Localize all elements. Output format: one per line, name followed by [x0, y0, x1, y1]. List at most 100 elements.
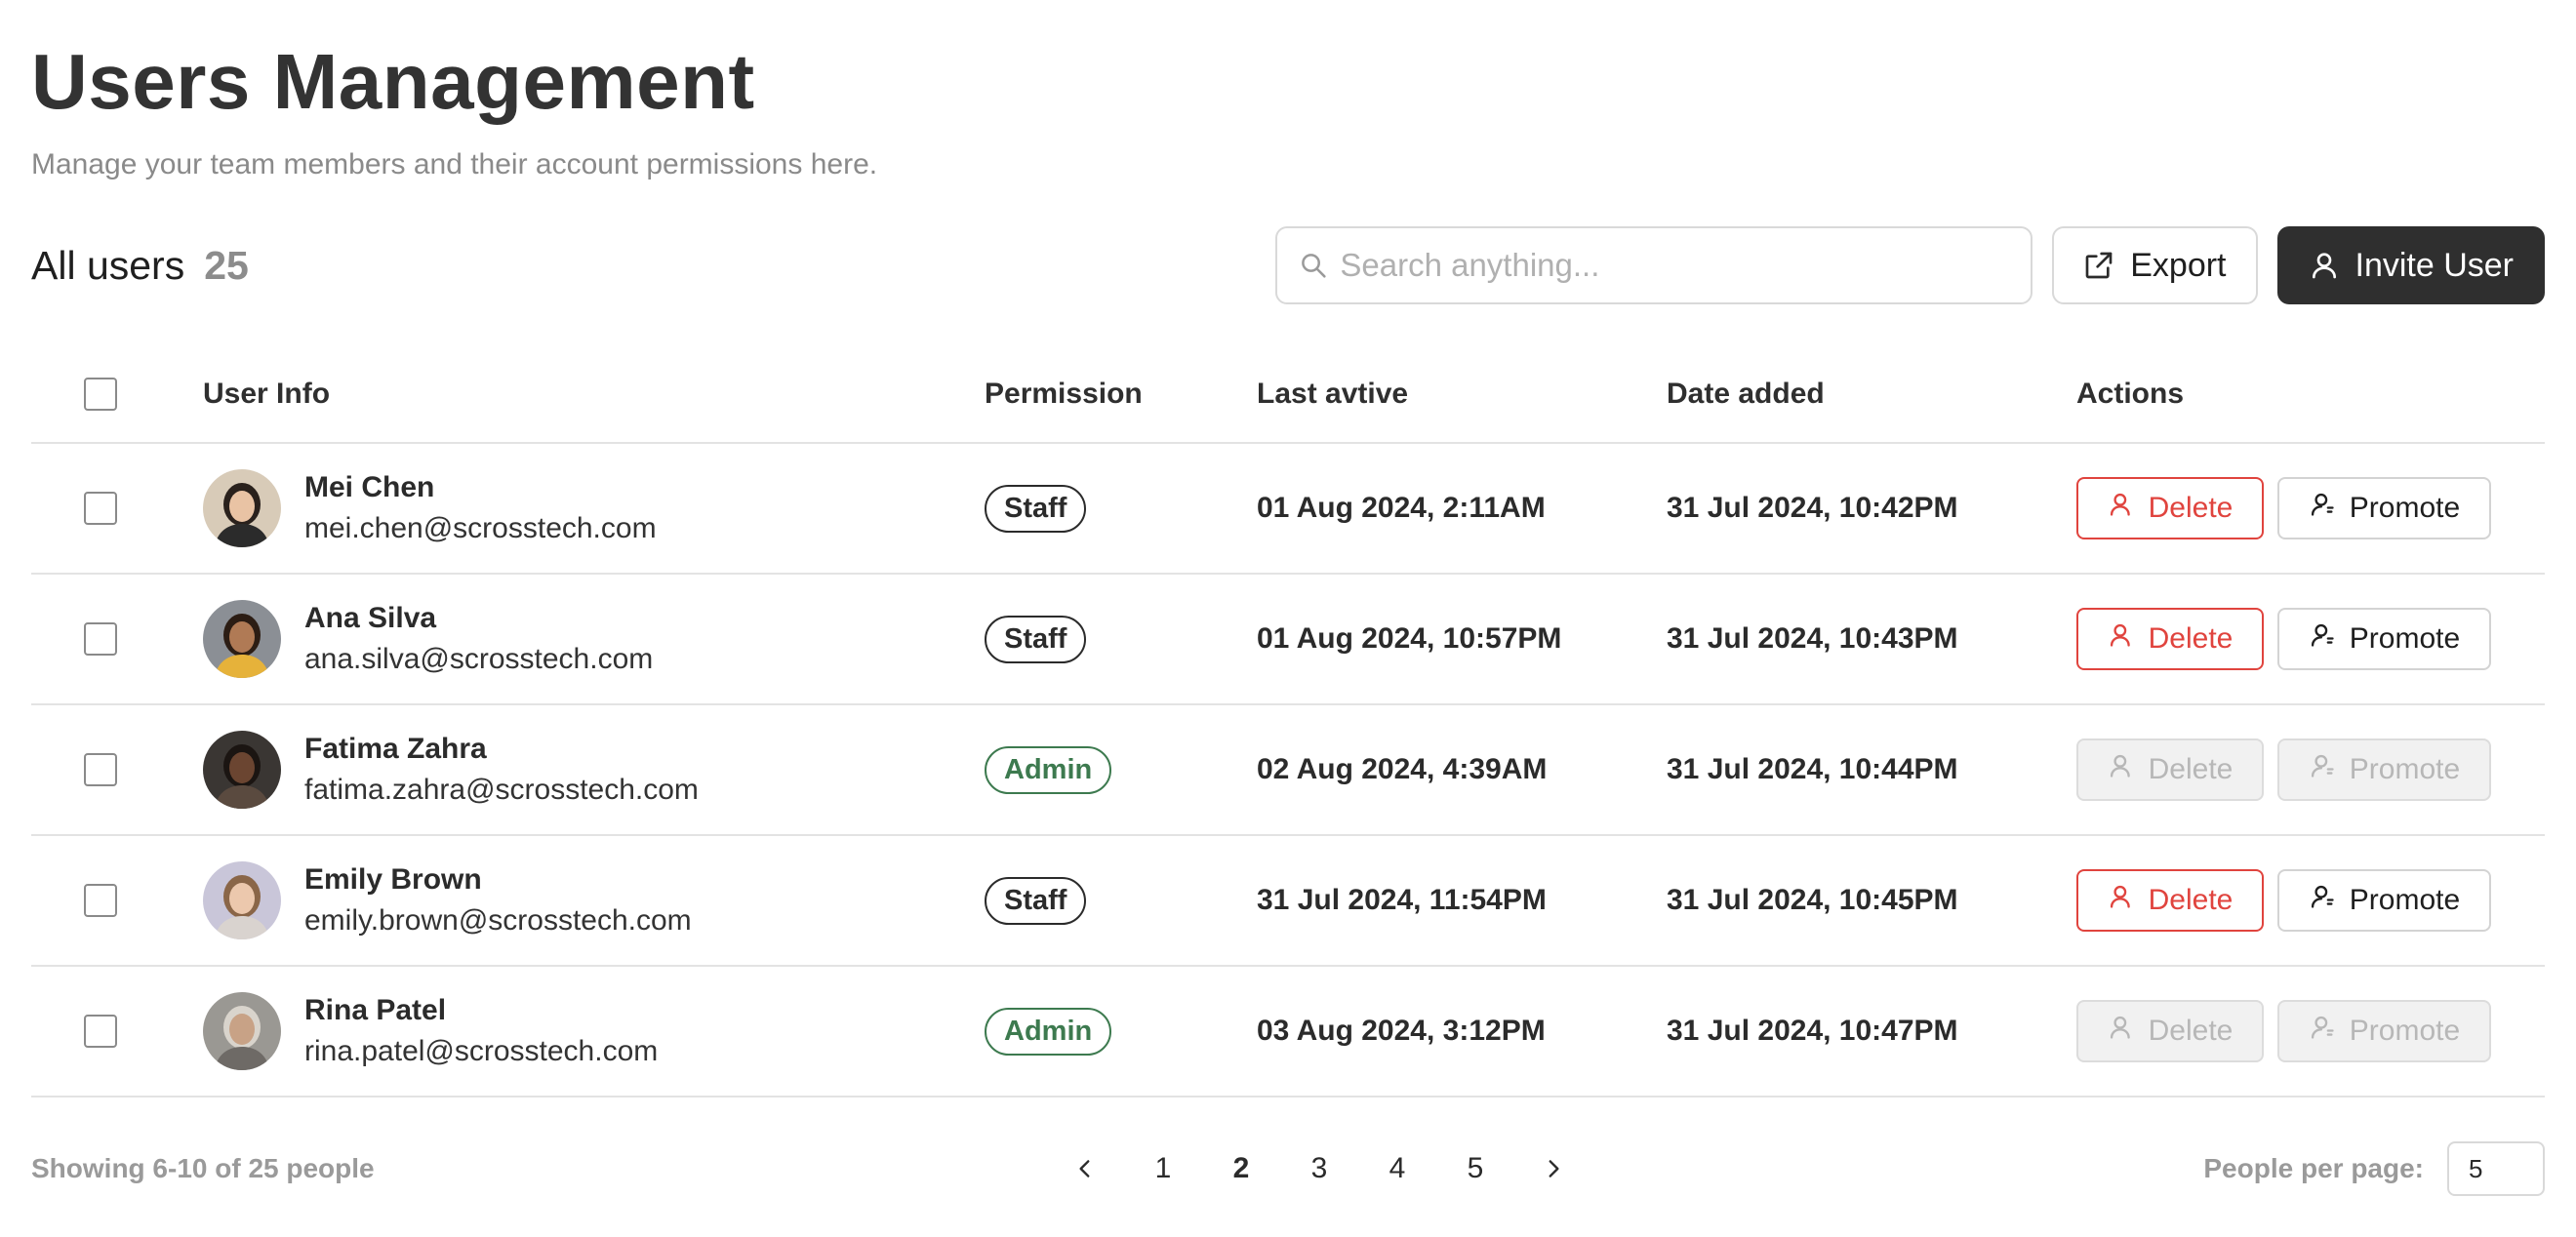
permission-badge: Staff	[985, 876, 1087, 925]
delete-label: Delete	[2148, 492, 2234, 524]
delete-label: Delete	[2148, 1015, 2234, 1047]
table-footer: Showing 6-10 of 25 people 1 2 3 4 5 Peop…	[31, 1139, 2545, 1198]
row-checkbox[interactable]	[84, 1015, 117, 1048]
user-promote-icon	[2309, 1014, 2336, 1049]
promote-button[interactable]: Promote	[2277, 869, 2491, 932]
promote-label: Promote	[2349, 753, 2461, 785]
header-date-added: Date added	[1667, 378, 1825, 410]
row-checkbox[interactable]	[84, 884, 117, 917]
toolbar-actions: Export Invite User	[1275, 226, 2545, 304]
avatar	[203, 731, 281, 809]
invite-user-label: Invite User	[2355, 246, 2515, 284]
page-5-button[interactable]: 5	[1436, 1152, 1514, 1185]
date-added-cell: 31 Jul 2024, 10:42PM	[1667, 492, 1958, 524]
search-icon	[1302, 254, 1326, 278]
promote-button[interactable]: Promote	[2277, 477, 2491, 539]
user-email: mei.chen@scrosstech.com	[304, 512, 657, 544]
user-name: Mei Chen	[304, 471, 435, 503]
header-permission: Permission	[985, 378, 1143, 410]
user-icon	[2108, 752, 2135, 787]
page-subtitle: Manage your team members and their accou…	[31, 148, 878, 180]
page-3-button[interactable]: 3	[1280, 1152, 1358, 1185]
invite-user-button[interactable]: Invite User	[2276, 226, 2545, 304]
actions-cell: Delete Promote	[2076, 477, 2545, 539]
user-promote-icon	[2309, 883, 2336, 918]
user-name: Fatima Zahra	[304, 733, 487, 765]
actions-cell: Delete Promote	[2076, 1000, 2545, 1062]
page-4-button[interactable]: 4	[1358, 1152, 1436, 1185]
row-checkbox[interactable]	[84, 753, 117, 786]
header-last-active: Last avtive	[1257, 378, 1409, 410]
promote-label: Promote	[2349, 884, 2461, 916]
all-users-label: All users	[31, 242, 185, 288]
user-icon	[2108, 883, 2135, 918]
delete-button[interactable]: Delete	[2076, 869, 2264, 932]
user-count: 25	[204, 242, 249, 288]
external-link-icon	[2085, 252, 2113, 279]
avatar	[203, 992, 281, 1070]
table-row: Emily Brown emily.brown@scrosstech.com Sta…	[31, 836, 2545, 967]
search-input[interactable]	[1340, 247, 2010, 284]
user-name: Ana Silva	[304, 602, 437, 634]
last-active-cell: 01 Aug 2024, 10:57PM	[1257, 622, 1562, 655]
toolbar: All users 25 Export Invite User	[31, 226, 2545, 304]
permission-badge: Staff	[985, 484, 1087, 533]
actions-cell: Delete Promote	[2076, 869, 2545, 932]
promote-button[interactable]: Promote	[2277, 1000, 2491, 1062]
user-info-cell: Fatima Zahra fatima.zahra@scrosstech.com	[203, 731, 985, 809]
user-icon	[2108, 1014, 2135, 1049]
user-icon	[2108, 491, 2135, 526]
delete-button[interactable]: Delete	[2076, 1000, 2264, 1062]
actions-cell: Delete Promote	[2076, 738, 2545, 801]
header-user-info: User Info	[203, 378, 331, 410]
user-icon	[2312, 253, 2336, 279]
search-box[interactable]	[1275, 226, 2033, 304]
page-2-button[interactable]: 2	[1202, 1152, 1280, 1185]
last-active-cell: 02 Aug 2024, 4:39AM	[1257, 753, 1548, 785]
users-table: User Info Permission Last avtive Date ad…	[31, 346, 2545, 1097]
last-active-cell: 01 Aug 2024, 2:11AM	[1257, 492, 1546, 524]
page-1-button[interactable]: 1	[1124, 1152, 1202, 1185]
per-page-select[interactable]: 5	[2447, 1141, 2545, 1196]
delete-label: Delete	[2148, 753, 2234, 785]
user-promote-icon	[2309, 491, 2336, 526]
delete-label: Delete	[2148, 622, 2234, 655]
prev-page-button[interactable]	[1046, 1156, 1124, 1181]
delete-button[interactable]: Delete	[2076, 477, 2264, 539]
user-name: Rina Patel	[304, 994, 447, 1026]
date-added-cell: 31 Jul 2024, 10:44PM	[1667, 753, 1958, 785]
promote-label: Promote	[2349, 492, 2461, 524]
user-info-cell: Rina Patel rina.patel@scrosstech.com	[203, 992, 985, 1070]
table-body: Mei Chen mei.chen@scrosstech.com Staff 01 A…	[31, 444, 2545, 1097]
promote-label: Promote	[2349, 622, 2461, 655]
table-row: Rina Patel rina.patel@scrosstech.com Admin…	[31, 967, 2545, 1097]
table-row: Mei Chen mei.chen@scrosstech.com Staff 01 A…	[31, 444, 2545, 575]
date-added-cell: 31 Jul 2024, 10:45PM	[1667, 884, 1958, 916]
promote-button[interactable]: Promote	[2277, 608, 2491, 670]
all-users-heading: All users 25	[31, 243, 249, 289]
next-page-button[interactable]	[1514, 1156, 1592, 1181]
delete-button[interactable]: Delete	[2076, 738, 2264, 801]
promote-label: Promote	[2349, 1015, 2461, 1047]
avatar	[203, 600, 281, 678]
row-checkbox[interactable]	[84, 622, 117, 656]
showing-count: Showing 6-10 of 25 people	[31, 1153, 375, 1183]
avatar	[203, 861, 281, 939]
permission-badge: Admin	[985, 745, 1112, 794]
promote-button[interactable]: Promote	[2277, 738, 2491, 801]
avatar	[203, 469, 281, 547]
last-active-cell: 31 Jul 2024, 11:54PM	[1257, 884, 1547, 916]
date-added-cell: 31 Jul 2024, 10:43PM	[1667, 622, 1958, 655]
last-active-cell: 03 Aug 2024, 3:12PM	[1257, 1015, 1546, 1047]
per-page-control: People per page: 5	[2203, 1141, 2545, 1196]
select-all-checkbox[interactable]	[84, 378, 117, 411]
pagination: 1 2 3 4 5	[1046, 1152, 1592, 1185]
chevron-left-icon	[1079, 1160, 1090, 1177]
export-button[interactable]: Export	[2052, 226, 2258, 304]
user-email: ana.silva@scrosstech.com	[304, 643, 654, 675]
users-management-page: Users Management Manage your team member…	[0, 0, 2576, 1237]
row-checkbox[interactable]	[84, 492, 117, 525]
delete-button[interactable]: Delete	[2076, 608, 2264, 670]
actions-cell: Delete Promote	[2076, 608, 2545, 670]
table-row: Ana Silva ana.silva@scrosstech.com Staff 01…	[31, 575, 2545, 705]
